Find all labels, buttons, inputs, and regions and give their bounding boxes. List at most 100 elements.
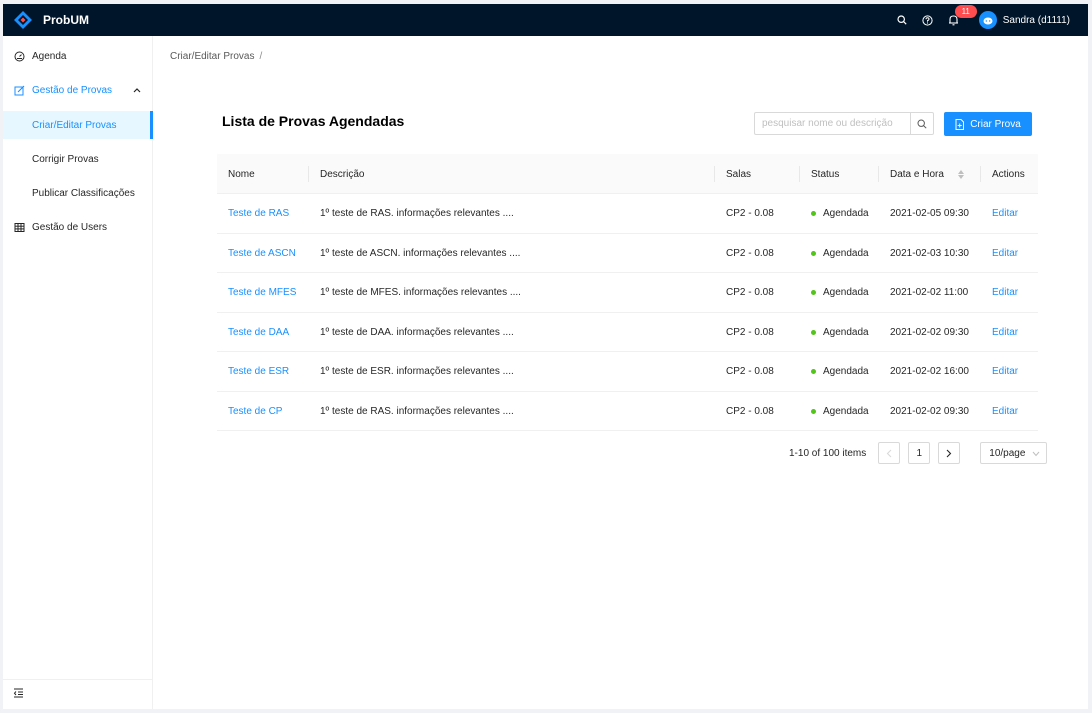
sidebar-item-label: Criar/Editar Provas: [32, 119, 117, 131]
status-cell: Agendada: [811, 392, 869, 431]
descricao-cell: 1º teste de ASCN. informações relevantes…: [320, 247, 521, 259]
status-dot-icon: [811, 250, 816, 256]
descricao-cell: 1º teste de RAS. informações relevantes …: [320, 405, 514, 417]
status-badge: Agendada: [823, 366, 869, 377]
column-header-label: Data e Hora: [890, 168, 944, 180]
pagination-total: 1-10 of 100 items: [789, 447, 867, 459]
status-badge: Agendada: [823, 208, 869, 219]
nome-link[interactable]: Teste de MFES: [228, 273, 296, 312]
create-prova-button[interactable]: Criar Prova: [944, 112, 1032, 136]
sidebar-item-label: Agenda: [32, 50, 67, 62]
user-menu[interactable]: Sandra (d1111): [978, 11, 1070, 29]
chevron-left-icon: [886, 449, 892, 457]
data-hora-cell: 2021-02-02 11:00: [890, 287, 969, 298]
sidebar-item-label: Publicar Classificações: [32, 187, 135, 199]
edit-link[interactable]: Editar: [992, 194, 1018, 233]
edit-link[interactable]: Editar: [992, 352, 1018, 391]
sidebar-item-label: Gestão de Provas: [32, 84, 113, 96]
column-header-salas: Salas: [714, 154, 752, 194]
nome-link[interactable]: Teste de RAS: [228, 194, 289, 233]
status-dot-icon: [811, 408, 816, 414]
page-size-select[interactable]: 10/page: [980, 442, 1048, 464]
table-row: Teste de ESR 1º teste de ESR. informaçõe…: [217, 352, 1038, 392]
breadcrumb: Criar/Editar Provas /: [170, 51, 262, 62]
sidebar-item-gestao-users[interactable]: Gestão de Users: [3, 213, 153, 241]
search-icon[interactable]: [889, 4, 915, 36]
descricao-cell: 1º teste de DAA. informações relevantes …: [320, 326, 514, 338]
sidebar-item-agenda[interactable]: Agenda: [3, 42, 153, 70]
header-actions: 11 Sandra (d1111): [889, 4, 1088, 36]
salas-cell: CP2 - 0.08: [726, 405, 774, 417]
app-title: ProbUM: [43, 13, 89, 27]
table-icon: [13, 221, 25, 233]
sidebar-item-corrigir-provas[interactable]: Corrigir Provas: [3, 145, 153, 173]
pagination: 1-10 of 100 items 1 10/page: [789, 442, 1048, 464]
user-name: Sandra (d1111): [1002, 14, 1070, 26]
status-dot-icon: [811, 369, 816, 374]
nome-link[interactable]: Teste de DAA: [228, 313, 289, 352]
nome-link[interactable]: Teste de ASCN: [228, 234, 296, 273]
edit-link[interactable]: Editar: [992, 273, 1018, 312]
edit-link[interactable]: Editar: [992, 313, 1018, 352]
table-row: Teste de DAA 1º teste de DAA. informaçõe…: [217, 313, 1038, 352]
salas-cell: CP2 - 0.08: [726, 247, 774, 259]
chevron-up-icon: [133, 85, 141, 96]
next-page-button[interactable]: [938, 442, 961, 464]
avatar: [978, 11, 997, 29]
prev-page-button[interactable]: [878, 442, 901, 464]
chevron-down-icon: [1032, 449, 1040, 460]
column-header-label: Actions: [992, 168, 1025, 180]
status-cell: Agendada: [811, 273, 869, 312]
search-button[interactable]: [910, 112, 934, 135]
sidebar: Agenda Gestão de Provas Criar/Editar Pro…: [3, 36, 153, 709]
breadcrumb-item[interactable]: Criar/Editar Provas: [170, 51, 254, 62]
edit-link[interactable]: Editar: [992, 234, 1018, 273]
help-icon[interactable]: [915, 4, 941, 36]
sort-icon[interactable]: [957, 169, 964, 179]
status-badge: Agendada: [823, 326, 869, 338]
nome-link[interactable]: Teste de CP: [228, 392, 282, 431]
descricao-cell: 1º teste de ESR. informações relevantes …: [320, 366, 514, 377]
search-input[interactable]: [754, 112, 910, 135]
logo-icon: [13, 10, 33, 30]
status-cell: Agendada: [811, 313, 869, 352]
sidebar-item-criar-editar-provas[interactable]: Criar/Editar Provas: [3, 111, 153, 139]
chevron-right-icon: [946, 449, 952, 457]
sidebar-item-publicar-classificacoes[interactable]: Publicar Classificações: [3, 179, 153, 207]
column-header-label: Salas: [726, 168, 752, 180]
column-header-status: Status: [799, 154, 840, 194]
status-cell: Agendada: [811, 234, 869, 273]
app-window: ProbUM 11 Sandra (d1111) Agenda Gestão d…: [3, 4, 1088, 709]
column-header-actions: Actions: [980, 154, 1025, 194]
data-hora-cell: 2021-02-02 09:30: [890, 326, 969, 338]
edit-link[interactable]: Editar: [992, 392, 1018, 431]
notification-badge: 11: [954, 5, 977, 18]
logo[interactable]: ProbUM: [13, 10, 89, 30]
data-hora-cell: 2021-02-05 09:30: [890, 208, 969, 219]
sidebar-collapse[interactable]: [3, 679, 153, 709]
page-size-value: 10/page: [989, 447, 1026, 459]
sidebar-item-gestao-provas[interactable]: Gestão de Provas: [3, 76, 153, 104]
breadcrumb-separator: /: [259, 51, 263, 62]
column-header-data-hora[interactable]: Data e Hora: [878, 154, 964, 194]
table-row: Teste de CP 1º teste de RAS. informações…: [217, 392, 1038, 431]
page-title: Lista de Provas Agendadas: [222, 113, 405, 129]
table-row: Teste de MFES 1º teste de MFES. informaç…: [217, 273, 1038, 313]
salas-cell: CP2 - 0.08: [726, 208, 774, 219]
sidebar-item-label: Gestão de Users: [32, 221, 108, 233]
create-button-label: Criar Prova: [970, 118, 1021, 130]
status-badge: Agendada: [823, 405, 869, 417]
menu-fold-icon: [13, 688, 24, 701]
page-number-button[interactable]: 1: [908, 442, 931, 464]
sidebar-item-label: Corrigir Provas: [32, 153, 99, 165]
table-header: Nome Descrição Salas Status Data e Hora …: [217, 154, 1038, 194]
search-box: [754, 112, 934, 135]
salas-cell: CP2 - 0.08: [726, 287, 774, 298]
status-cell: Agendada: [811, 194, 869, 233]
status-badge: Agendada: [823, 247, 869, 259]
bell-icon[interactable]: 11: [941, 4, 977, 36]
column-header-label: Status: [811, 168, 840, 180]
nome-link[interactable]: Teste de ESR: [228, 352, 289, 391]
column-header-descricao: Descrição: [308, 154, 364, 194]
descricao-cell: 1º teste de MFES. informações relevantes…: [320, 287, 521, 298]
